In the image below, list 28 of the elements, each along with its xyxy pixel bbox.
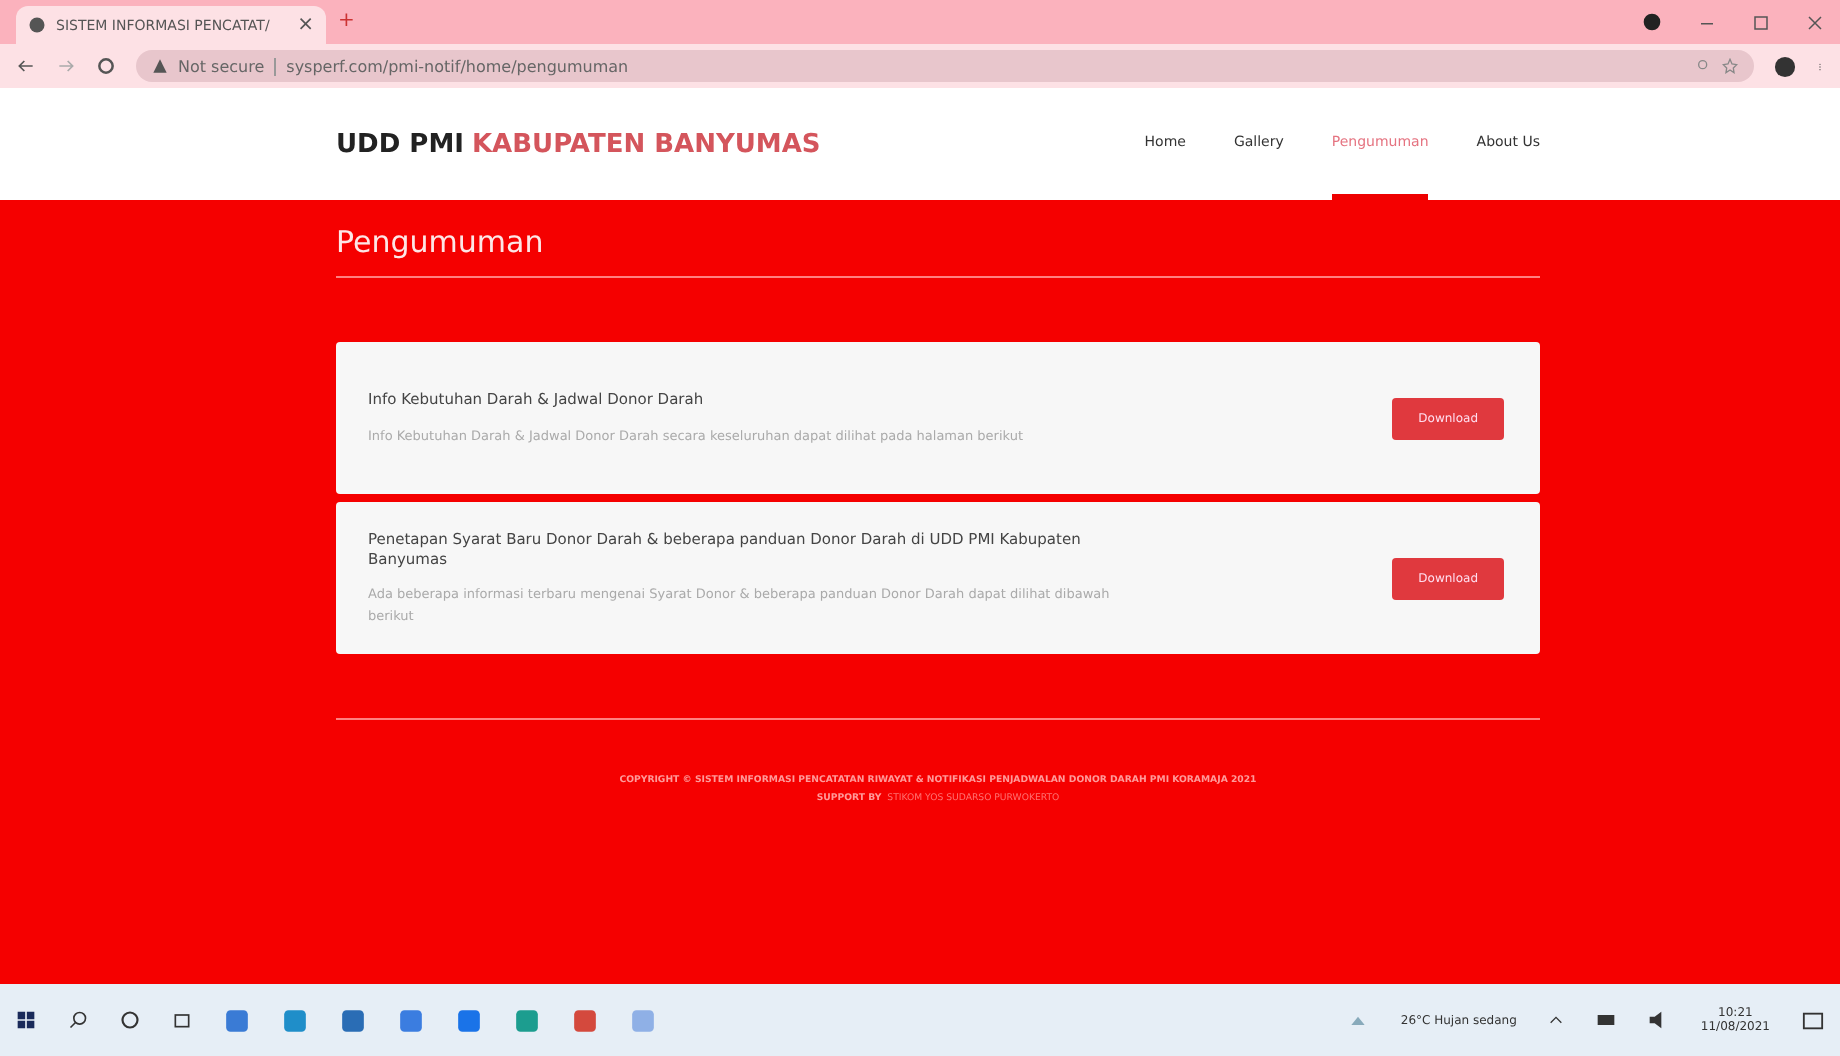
reload-icon[interactable] [96,56,116,76]
app-icon[interactable] [398,1007,424,1033]
page-title: Pengumuman [336,224,546,260]
address-bar[interactable]: Not secure sysperf.com/pmi-notif/home/pengumuman [136,50,1754,82]
caret-icon[interactable] [1548,1012,1565,1028]
app-icon[interactable] [340,1007,366,1033]
avatar-icon[interactable] [1774,55,1796,77]
close-icon[interactable]: × [297,15,314,35]
maximize-icon[interactable] [1752,13,1770,31]
app-icon[interactable] [456,1007,482,1033]
task-view-icon[interactable] [172,1010,192,1030]
url-text: sysperf.com/pmi-notif/home/pengumuman [274,57,629,75]
security-label: Not secure [178,57,265,75]
warning-icon [152,58,168,74]
brand-region: KABUPATEN BANYUMAS [471,129,821,159]
close-icon[interactable] [1806,13,1824,31]
circle-icon[interactable] [120,1010,140,1030]
profile-icon[interactable] [1642,12,1662,32]
star-icon[interactable] [1722,58,1738,74]
back-icon[interactable] [16,56,36,76]
app-icon[interactable] [572,1007,598,1033]
windows-icon[interactable] [16,1010,36,1030]
search-icon[interactable] [68,1010,88,1030]
app-icon[interactable] [282,1007,308,1033]
app-icon[interactable] [224,1007,250,1033]
notification-icon[interactable] [1802,1009,1824,1031]
app-icon[interactable] [514,1007,540,1033]
brand-name: UDD PMI [336,129,464,159]
